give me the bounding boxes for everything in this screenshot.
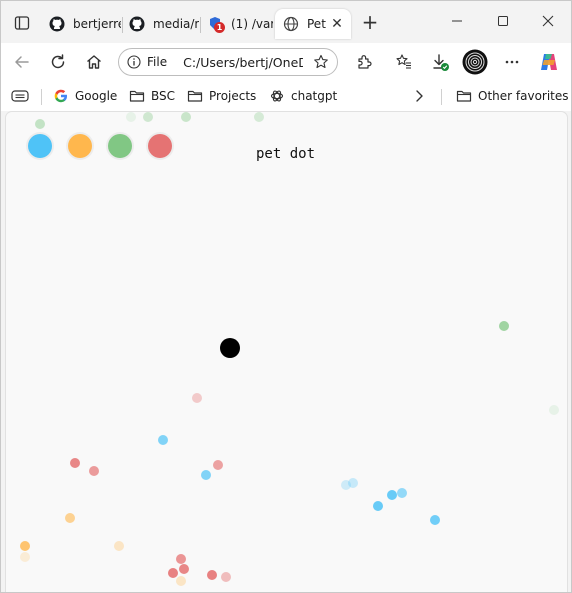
trail-dot <box>397 488 407 498</box>
other-favorites-label: Other favorites <box>478 89 569 103</box>
trail-dot <box>207 570 217 580</box>
tab-bertjerred[interactable]: bertjerred <box>49 9 121 39</box>
page-canvas[interactable]: pet dot <box>5 111 568 592</box>
github-icon <box>129 16 145 32</box>
tab-var[interactable]: 1 (1) /var/ <box>207 9 273 39</box>
favorite-star-icon[interactable] <box>313 54 329 70</box>
new-tab-icon[interactable]: + <box>359 12 381 34</box>
favorites-icon[interactable] <box>391 49 417 75</box>
address-bar[interactable]: File C:/Users/bertj/OneDrive <box>118 48 338 76</box>
favorite-chatgpt[interactable]: chatgpt <box>269 87 337 105</box>
pet-dot[interactable] <box>220 338 240 358</box>
tab-pet-dot[interactable]: Pet dot ✕ <box>275 9 351 39</box>
trail-dot <box>20 552 30 562</box>
github-icon <box>49 16 65 32</box>
folder-icon <box>456 88 472 104</box>
trail-dot <box>373 501 383 511</box>
favorite-projects[interactable]: Projects <box>187 87 256 105</box>
google-icon <box>53 88 69 104</box>
refresh-icon[interactable] <box>45 49 71 75</box>
close-window-icon[interactable] <box>534 9 562 33</box>
color-swatch-red[interactable] <box>148 134 172 158</box>
trail-dot <box>65 513 75 523</box>
tab-actions-icon[interactable] <box>9 11 35 35</box>
color-swatch-blue[interactable] <box>28 134 52 158</box>
info-icon[interactable] <box>127 55 141 69</box>
reading-view-icon[interactable] <box>11 87 29 105</box>
trail-dot <box>143 112 153 122</box>
trail-dot <box>35 119 45 129</box>
back-icon[interactable] <box>9 49 35 75</box>
favorites-bar: Google BSC Projects chatgpt Other favori… <box>1 81 571 111</box>
navigation-toolbar: File C:/Users/bertj/OneDrive <box>1 43 571 81</box>
tab-separator <box>122 17 123 33</box>
trail-dot <box>213 460 223 470</box>
favorites-separator <box>441 89 442 105</box>
favorite-bsc[interactable]: BSC <box>129 87 175 105</box>
trail-dot <box>192 393 202 403</box>
tab-strip: bertjerred media/main 1 (1) /var/ Pet do… <box>1 1 571 43</box>
trail-dot <box>254 112 264 122</box>
trail-dot <box>89 466 99 476</box>
trail-dot <box>114 541 124 551</box>
trail-dot <box>179 564 189 574</box>
favorite-label: BSC <box>151 89 176 103</box>
trail-dot <box>549 405 559 415</box>
trail-dot <box>70 458 80 468</box>
folder-icon <box>129 88 145 104</box>
tab-title: media/main <box>153 17 199 31</box>
trail-dot <box>126 112 136 122</box>
trail-dot <box>176 576 186 586</box>
favorites-separator <box>41 89 42 105</box>
notification-icon: 1 <box>207 16 225 33</box>
favorite-label: chatgpt <box>291 89 338 103</box>
trail-dot <box>20 541 30 551</box>
favorite-google[interactable]: Google <box>53 87 117 105</box>
address-url[interactable]: C:/Users/bertj/OneDrive <box>183 55 303 70</box>
trail-dot <box>221 572 231 582</box>
trail-dot <box>387 490 397 500</box>
home-icon[interactable] <box>81 49 107 75</box>
tab-separator <box>200 17 201 33</box>
other-favorites[interactable]: Other favorites <box>456 87 569 105</box>
more-options-icon[interactable] <box>499 49 525 75</box>
openai-icon <box>269 88 285 104</box>
trail-dot <box>499 321 509 331</box>
trail-dot <box>430 515 440 525</box>
favorite-label: Projects <box>209 89 257 103</box>
page-title: pet dot <box>256 146 316 162</box>
extensions-icon[interactable] <box>351 49 377 75</box>
globe-icon <box>283 16 299 32</box>
favorites-overflow-chevron-icon[interactable] <box>413 87 425 105</box>
close-icon[interactable]: ✕ <box>329 16 345 32</box>
trail-dot <box>181 112 191 122</box>
tab-title: (1) /var/ <box>231 17 273 31</box>
copilot-icon[interactable] <box>536 49 562 75</box>
trail-dot <box>176 554 186 564</box>
tab-title: bertjerred <box>73 17 121 31</box>
tab-media[interactable]: media/main <box>129 9 199 39</box>
trail-dot <box>158 435 168 445</box>
tab-title: Pet dot <box>307 17 329 31</box>
color-swatch-green[interactable] <box>108 134 132 158</box>
address-scheme-label: File <box>147 55 168 69</box>
color-swatch-orange[interactable] <box>68 134 92 158</box>
downloads-icon[interactable] <box>427 49 453 75</box>
maximize-icon[interactable] <box>489 9 517 33</box>
trail-dot <box>201 470 211 480</box>
notification-badge: 1 <box>214 22 225 33</box>
trail-dot <box>348 478 358 488</box>
minimize-icon[interactable] <box>443 9 471 33</box>
folder-icon <box>187 88 203 104</box>
favorite-label: Google <box>75 89 118 103</box>
profile-avatar-icon[interactable] <box>461 48 489 76</box>
browser-window: bertjerred media/main 1 (1) /var/ Pet do… <box>0 0 572 593</box>
